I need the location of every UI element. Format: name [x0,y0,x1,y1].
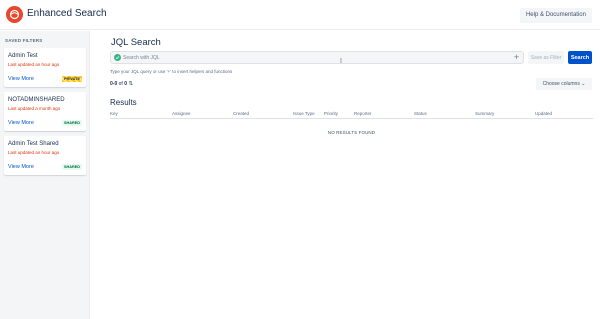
saved-filters-heading: SAVED FILTERS [5,38,43,43]
results-table-header: Key Assignee Created Issue Type Priority… [110,111,593,119]
private-badge: PRIVATE [62,76,82,82]
choose-columns-label: Choose columns [542,81,580,87]
column-header-status[interactable]: Status [414,111,427,116]
results-heading: Results [110,98,137,107]
column-header-key[interactable]: Key [110,111,118,116]
jql-search-box[interactable]: + [110,51,524,64]
filter-updated: Last updated an hour ago [8,62,60,67]
enhanced-search-logo-icon[interactable] [6,6,23,23]
results-total: 0 [124,81,127,87]
sidebar: SAVED FILTERS Admin Test Last updated an… [0,31,90,319]
refresh-icon[interactable]: ⇅ [128,81,133,87]
save-as-filter-button[interactable]: Save as Filter [528,51,564,64]
page-title: JQL Search [111,37,161,48]
column-header-reporter[interactable]: Reporter [354,111,372,116]
filter-updated: Last updated an hour ago [8,150,60,155]
chevron-down-icon: ⌄ [581,81,586,87]
column-header-priority[interactable]: Priority [324,111,338,116]
jql-input[interactable] [123,53,503,63]
app: Enhanced Search Help & Documentation SAV… [0,0,600,319]
view-more-link[interactable]: View More [8,164,34,170]
shared-badge: SHARED [61,120,82,126]
column-header-summary[interactable]: Summary [475,111,494,116]
search-button[interactable]: Search [568,51,592,64]
header-bar: Enhanced Search Help & Documentation [0,0,600,30]
filter-updated: Last updated a month ago [8,106,61,111]
filter-name: Admin Test Shared [8,141,59,147]
no-results-message: NO RESULTS FOUND [327,130,376,135]
column-header-updated[interactable]: Updated [535,111,552,116]
jql-check-icon [114,54,121,61]
saved-filter-card[interactable]: Admin Test Last updated an hour ago View… [4,48,86,87]
filter-name: NOTADMINSHARED [8,97,65,103]
column-header-assignee[interactable]: Assignee [172,111,191,116]
results-count: 0-0 of 0 ⇅ [110,81,133,87]
view-more-link[interactable]: View More [8,120,34,126]
filter-name: Admin Test [8,53,38,59]
results-of: of [118,81,123,87]
shared-badge: SHARED [61,164,82,170]
view-more-link[interactable]: View More [8,76,34,82]
plus-icon[interactable]: + [512,52,521,63]
saved-filter-card[interactable]: NOTADMINSHARED Last updated a month ago … [4,92,86,131]
column-header-created[interactable]: Created [233,111,249,116]
results-range: 0-0 [110,81,118,87]
help-documentation-button[interactable]: Help & Documentation [519,8,592,23]
choose-columns-button[interactable]: Choose columns ⌄ [536,78,592,90]
text-cursor-icon: I [340,58,342,65]
column-header-issue-type[interactable]: Issue Type [293,111,315,116]
app-title: Enhanced Search [27,8,107,19]
saved-filter-card[interactable]: Admin Test Shared Last updated an hour a… [4,136,86,175]
jql-helper-text: Type your JQL query or use '+' to insert… [110,69,233,74]
